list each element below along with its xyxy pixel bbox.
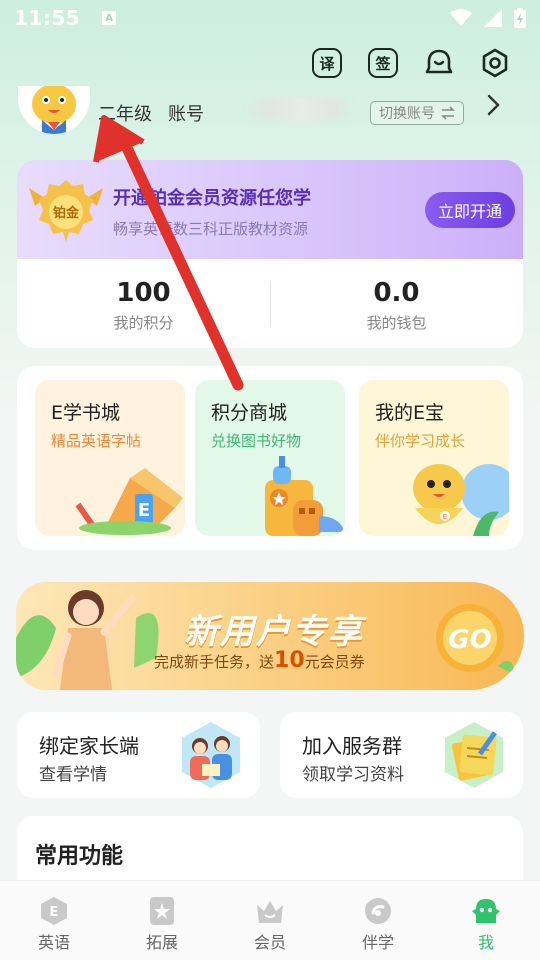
bind-parent-title: 绑定家长端 (39, 734, 139, 758)
tile-title: E学书城 (51, 402, 121, 424)
nav-tab-me[interactable]: 我 (432, 881, 540, 960)
wifi-icon (450, 9, 472, 26)
status-bar: 11:55 A (0, 0, 540, 36)
nav-label: 我 (477, 933, 494, 952)
nav-tab-expand[interactable]: 拓展 (108, 881, 216, 960)
svg-text:E: E (50, 905, 59, 920)
membership-banner[interactable]: 铂金 开通铂金会员资源任您学 畅享英语数三科正版教材资源 立即开通 (17, 160, 523, 259)
tile-title: 积分商城 (211, 402, 288, 424)
tile-my-ebao[interactable]: 我的E宝 伴你学习成长 E (359, 380, 509, 536)
membership-subtitle: 畅享英语数三科正版教材资源 (113, 220, 309, 238)
notification-icon: A (102, 11, 117, 25)
tile-e-bookstore[interactable]: E学书城 精品英语字帖 E (35, 380, 185, 536)
points-label: 我的积分 (113, 314, 174, 332)
signal-icon (484, 9, 502, 27)
points-value: 100 (116, 278, 171, 308)
switch-account-label: 切换账号 (379, 106, 435, 122)
companion-icon (365, 898, 391, 924)
bind-parent-card[interactable]: 绑定家长端 查看学情 (17, 712, 260, 798)
profile-row[interactable]: 二年级 账号 切换账号 (18, 86, 518, 136)
store-card: E学书城 精品英语字帖 E 积分商城 兑换图书好物 我的E宝 伴你学习成长 E (17, 366, 523, 550)
go-text: GO (448, 625, 491, 655)
wallet-value: 0.0 (373, 278, 420, 308)
wallet-stat[interactable]: 0.0 我的钱包 (270, 278, 523, 333)
nav-label: 英语 (37, 933, 70, 952)
new-user-promo-banner[interactable]: 新用户专享 完成新手任务，送10元会员券 GO (16, 582, 524, 690)
go-coin-icon: GO (436, 604, 516, 676)
bookstore-illustration-icon: E (75, 468, 183, 535)
nav-label: 伴学 (361, 933, 394, 952)
nav-tab-member[interactable]: 会员 (216, 881, 324, 960)
promo-sub-suffix: 元会员券 (304, 653, 365, 671)
translate-icon[interactable]: 译 (312, 48, 342, 78)
wallet-label: 我的钱包 (366, 314, 427, 332)
ebao-mascot-icon: E (413, 464, 509, 536)
service-group-subtitle: 领取学习资料 (302, 765, 404, 785)
swap-icon (441, 106, 455, 120)
bind-parent-subtitle: 查看学情 (39, 765, 107, 785)
avatar[interactable] (18, 86, 90, 134)
service-group-title: 加入服务群 (302, 734, 402, 758)
common-functions-title: 常用功能 (35, 844, 124, 869)
girl-reading-illustration-icon (16, 590, 159, 690)
me-icon (472, 899, 500, 923)
tile-points-mall[interactable]: 积分商城 兑换图书好物 (195, 380, 345, 536)
english-icon: E (41, 897, 67, 925)
account-label: 账号 (168, 104, 204, 125)
promo-sub-prefix: 完成新手任务，送 (154, 653, 275, 671)
study-materials-icon (445, 722, 503, 788)
switch-account-button[interactable]: 切换账号 (370, 101, 464, 125)
crown-icon (257, 901, 283, 923)
membership-title: 开通铂金会员资源任您学 (113, 188, 311, 209)
chevron-right-icon[interactable] (478, 90, 508, 120)
tile-title: 我的E宝 (375, 402, 445, 424)
family-illustration-icon (182, 722, 240, 788)
promo-subtitle: 完成新手任务，送10元会员券 (154, 648, 365, 673)
points-stat[interactable]: 100 我的积分 (17, 278, 270, 333)
bottom-navigation: E 英语 拓展 会员 伴学 我 (0, 880, 540, 960)
membership-card: 铂金 开通铂金会员资源任您学 畅享英语数三科正版教材资源 立即开通 100 我的… (17, 160, 523, 348)
svg-text:E: E (138, 500, 150, 521)
join-service-group-card[interactable]: 加入服务群 领取学习资料 (280, 712, 523, 798)
open-membership-button[interactable]: 立即开通 (425, 192, 515, 228)
status-time: 11:55 (14, 6, 81, 30)
settings-gear-icon[interactable] (480, 48, 510, 78)
tile-subtitle: 伴你学习成长 (375, 432, 466, 450)
promo-title: 新用户专享 (184, 612, 364, 652)
points-mall-illustration-icon (265, 456, 345, 536)
sign-in-icon[interactable]: 签 (368, 48, 398, 78)
nav-tab-english[interactable]: E 英语 (0, 881, 108, 960)
promo-sub-amount: 10 (274, 648, 305, 673)
battery-icon (514, 8, 526, 28)
nav-label: 拓展 (145, 933, 178, 952)
account-id-redacted (246, 98, 356, 120)
status-icons (450, 8, 526, 28)
star-book-icon (150, 897, 174, 925)
nav-tab-companion[interactable]: 伴学 (324, 881, 432, 960)
grade-label: 二年级 (98, 104, 152, 125)
svg-text:E: E (443, 513, 447, 521)
medal-text: 铂金 (53, 205, 80, 221)
platinum-medal-icon: 铂金 (29, 180, 103, 242)
tile-subtitle: 兑换图书好物 (211, 432, 302, 450)
header-toolbar: 译 签 (312, 48, 510, 78)
nav-label: 会员 (253, 933, 286, 952)
tile-subtitle: 精品英语字帖 (51, 432, 142, 450)
message-bell-icon[interactable] (424, 48, 454, 78)
